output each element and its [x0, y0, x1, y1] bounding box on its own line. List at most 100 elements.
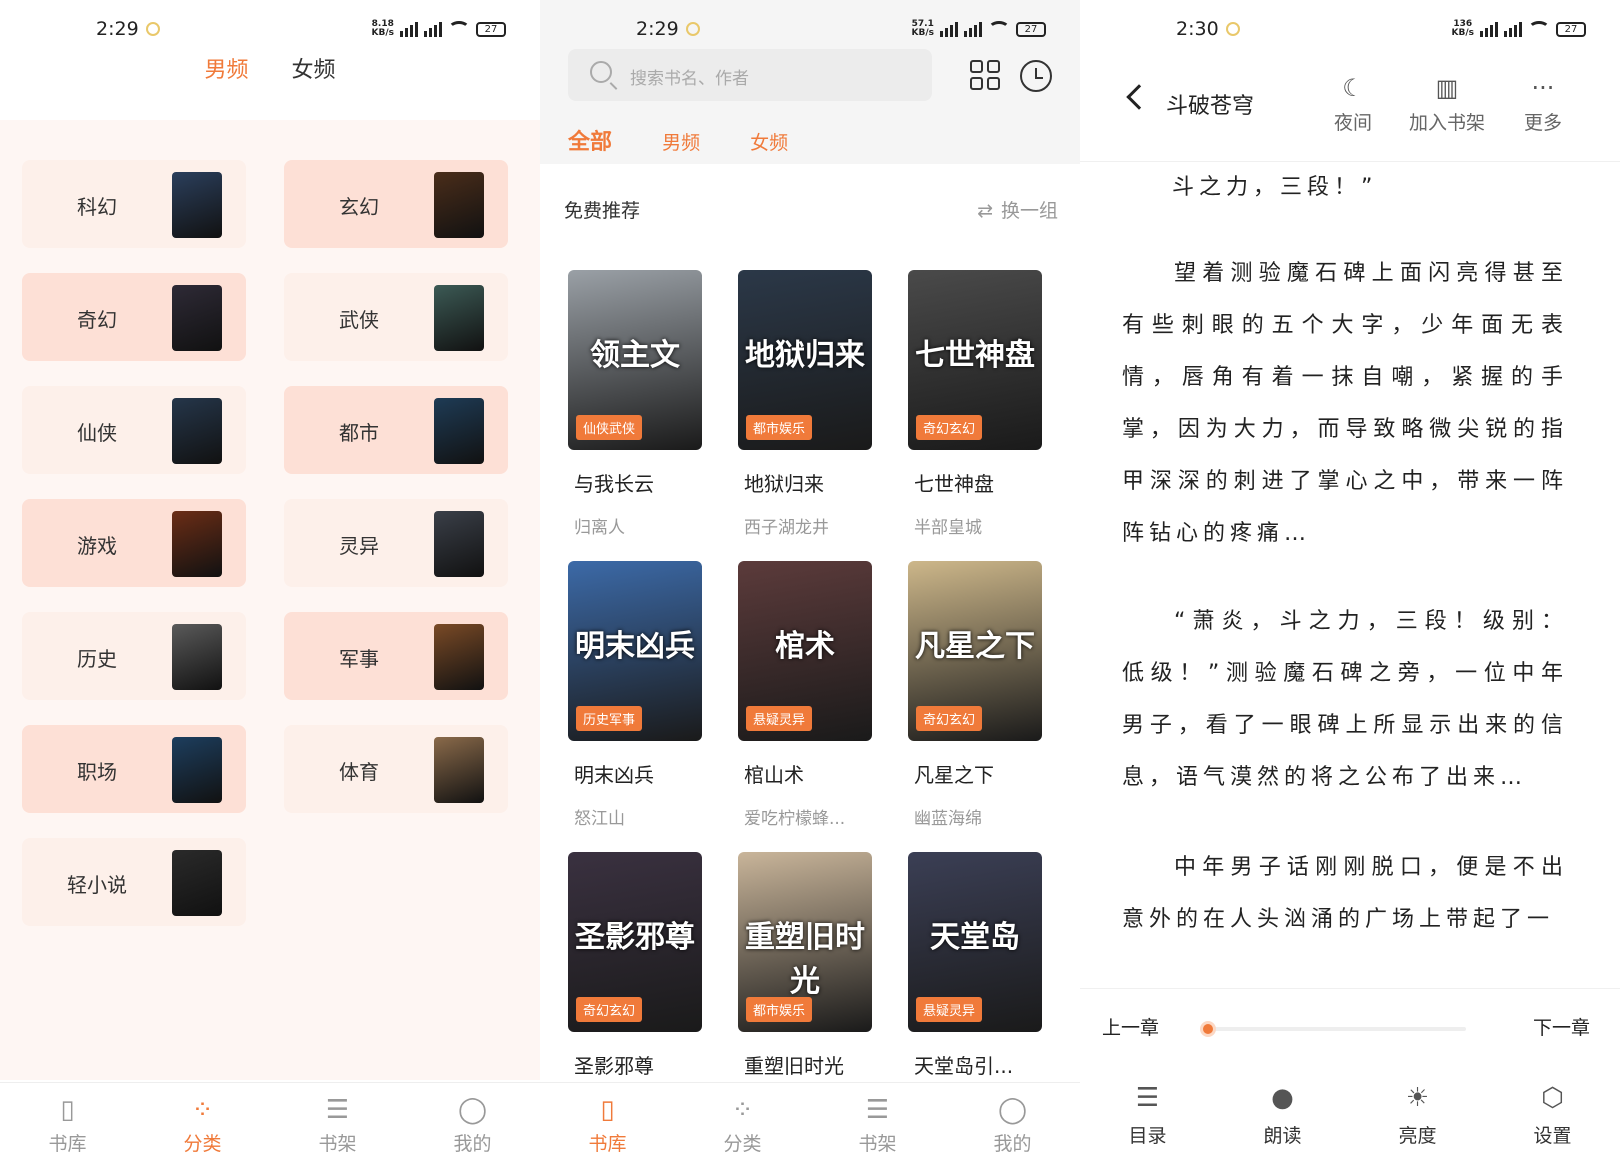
book-card[interactable]: 天堂岛 悬疑灵异天堂岛引...: [908, 852, 1042, 1079]
tab-label: 分类: [723, 1133, 762, 1155]
bottom-tabbar: ▯ 书库 ⁘ 分类 ☰ 书架 ◯ 我的: [0, 1082, 540, 1170]
battery-icon: 27: [1016, 21, 1046, 37]
category-card[interactable]: 游戏: [22, 499, 246, 587]
book-card[interactable]: 圣影邪尊 奇幻玄幻 圣影邪尊: [568, 852, 702, 1079]
wifi-icon: [988, 21, 1010, 37]
category-card[interactable]: 职场: [22, 725, 246, 813]
book-card[interactable]: 地狱归来 都市娱乐 地狱归来 西子湖龙井: [738, 270, 872, 538]
library-header: 2:29 57.1 KB/s 27 搜索书名、作者 全部 男频 女频: [540, 0, 1080, 164]
tab-user[interactable]: ◯ 我的: [945, 1083, 1080, 1170]
cover-title-text: 重塑旧时光: [745, 920, 865, 999]
category-label: 奇幻: [77, 308, 117, 332]
settings-icon: ⬡: [1541, 1083, 1564, 1113]
slider-knob[interactable]: [1200, 1021, 1216, 1037]
tab-label: 我的: [453, 1133, 492, 1155]
category-label: 体育: [339, 760, 379, 784]
genre-badge: 都市娱乐: [746, 997, 813, 1022]
reader-toolbar: 上一章 下一章 ☰ 目录 ● 朗读 ☀ 亮度 ⬡ 设置: [1080, 988, 1620, 1170]
genre-badge: 悬疑灵异: [916, 997, 983, 1022]
back-arrow-icon[interactable]: [1126, 84, 1152, 110]
cover-title-text: 圣影邪尊: [575, 920, 695, 955]
refresh-icon: ⇄: [977, 200, 993, 222]
book-cover-image: 天堂岛 悬疑灵异: [908, 852, 1042, 1032]
prev-chapter-button[interactable]: 上一章: [1102, 1013, 1159, 1040]
tab-shelf[interactable]: ☰ 书架: [810, 1083, 945, 1170]
library-tabs: 全部 男频 女频: [568, 124, 832, 156]
category-card[interactable]: 科幻: [22, 160, 246, 248]
search-input[interactable]: 搜索书名、作者: [568, 49, 932, 101]
grid-view-icon[interactable]: [970, 60, 1000, 90]
book-title: 天堂岛引...: [914, 1054, 1014, 1078]
net-speed: 136 KB/s: [1451, 19, 1474, 38]
genre-badge: 历史军事: [576, 706, 643, 731]
book-icon: ▯: [60, 1095, 75, 1125]
category-card[interactable]: 奇幻: [22, 273, 246, 361]
category-card[interactable]: 体育: [284, 725, 508, 813]
category-cover-image: [434, 172, 484, 238]
book-author: 幽蓝海绵: [914, 809, 982, 829]
book-cover-image: 棺术 悬疑灵异: [738, 561, 872, 741]
category-card[interactable]: 军事: [284, 612, 508, 700]
tab-category[interactable]: ⁘ 分类: [675, 1083, 810, 1170]
tab-female[interactable]: 女频: [750, 132, 788, 154]
book-card[interactable]: 棺术 悬疑灵异 棺山术 爱吃柠檬蜂...: [738, 561, 872, 829]
category-card[interactable]: 轻小说: [22, 838, 246, 926]
genre-badge: 仙侠武侠: [576, 415, 643, 440]
net-speed: 57.1 KB/s: [911, 19, 934, 38]
paragraph: 望着测验魔石碑上面闪亮得甚至有些刺眼的五个大字，少年面无表情，唇角有着一抹自嘲，…: [1122, 261, 1568, 546]
tab-male[interactable]: 男频: [204, 52, 248, 84]
category-card[interactable]: 都市: [284, 386, 508, 474]
category-cover-image: [434, 624, 484, 690]
category-card[interactable]: 武侠: [284, 273, 508, 361]
category-cover-image: [434, 511, 484, 577]
net-speed: 8.18 KB/s: [371, 19, 394, 38]
book-title: 重塑旧时光: [744, 1054, 844, 1078]
signal-icon: [940, 21, 958, 37]
brightness-button[interactable]: ☀ 亮度: [1350, 1083, 1485, 1148]
genre-badge: 奇幻玄幻: [916, 706, 983, 731]
tab-male[interactable]: 男频: [662, 132, 700, 154]
book-cover-image: 圣影邪尊 奇幻玄幻: [568, 852, 702, 1032]
night-mode-button[interactable]: ☾ 夜间: [1308, 74, 1398, 135]
tab-book[interactable]: ▯ 书库: [0, 1083, 135, 1170]
status-bar: 2:30 136 KB/s 27: [1080, 18, 1620, 44]
add-to-shelf-button[interactable]: ▥ 加入书架: [1402, 74, 1492, 135]
section-header: 免费推荐 ⇄ 换一组: [564, 196, 1058, 223]
book-card[interactable]: 明末凶兵 历史军事 明末凶兵 怒江山: [568, 561, 702, 829]
category-card[interactable]: 灵异: [284, 499, 508, 587]
book-author: 归离人: [574, 518, 625, 538]
book-title: 地狱归来: [744, 472, 824, 496]
book-card[interactable]: 重塑旧时光 都市娱乐 重塑旧时光: [738, 852, 872, 1079]
category-icon: ⁘: [191, 1095, 214, 1125]
category-card[interactable]: 仙侠: [22, 386, 246, 474]
book-card[interactable]: 凡星之下 奇幻玄幻 凡星之下 幽蓝海绵: [908, 561, 1042, 829]
chapter-progress-slider[interactable]: [1200, 1021, 1466, 1037]
tab-book[interactable]: ▯ 书库: [540, 1083, 675, 1170]
tab-user[interactable]: ◯ 我的: [405, 1083, 540, 1170]
refresh-label: 换一组: [1000, 200, 1058, 222]
read-aloud-button[interactable]: ● 朗读: [1215, 1083, 1350, 1148]
more-button[interactable]: ··· 更多: [1498, 74, 1588, 135]
book-card[interactable]: 领主文 仙侠武侠 与我长云 归离人: [568, 270, 702, 538]
tab-female[interactable]: 女频: [292, 52, 336, 84]
moon-icon: ☾: [1342, 74, 1364, 102]
history-clock-icon[interactable]: [1020, 60, 1052, 92]
refresh-button[interactable]: ⇄ 换一组: [977, 196, 1058, 223]
tab-shelf[interactable]: ☰ 书架: [270, 1083, 405, 1170]
book-author: 西子湖龙井: [744, 518, 829, 538]
paragraph: “萧炎，斗之力，三段！级别：低级！”测验魔石碑之旁，一位中年男子，看了一眼碑上所…: [1122, 609, 1568, 790]
add-shelf-icon: ▥: [1435, 74, 1459, 102]
next-chapter-button[interactable]: 下一章: [1533, 1013, 1590, 1040]
category-card[interactable]: 历史: [22, 612, 246, 700]
catalog-button[interactable]: ☰ 目录: [1080, 1083, 1215, 1148]
category-card[interactable]: 玄幻: [284, 160, 508, 248]
tab-category[interactable]: ⁘ 分类: [135, 1083, 270, 1170]
category-label: 灵异: [339, 534, 379, 558]
tab-all[interactable]: 全部: [568, 130, 612, 155]
cover-title-text: 七世神盘: [915, 338, 1035, 373]
battery-icon: 27: [1556, 21, 1586, 37]
book-card[interactable]: 七世神盘 奇幻玄幻 七世神盘 半部皇城: [908, 270, 1042, 538]
category-label: 科幻: [77, 195, 117, 219]
settings-button[interactable]: ⬡ 设置: [1485, 1083, 1620, 1148]
category-cover-image: [172, 511, 222, 577]
